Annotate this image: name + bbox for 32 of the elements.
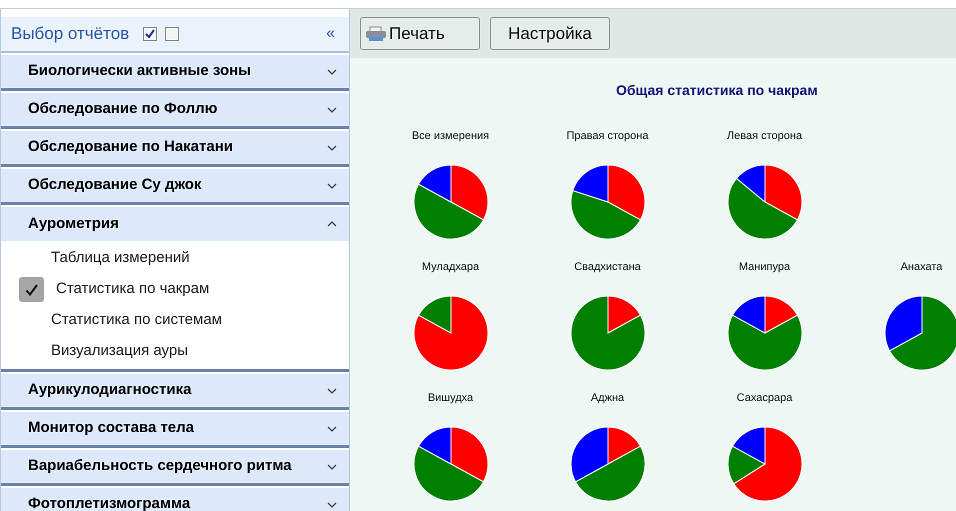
chart-label: Свадхистана	[574, 260, 641, 275]
section-header[interactable]: Аурикулодиагностика	[1, 374, 349, 410]
report-link[interactable]: Визуализация ауры	[51, 340, 188, 363]
check-icon	[19, 277, 44, 302]
chart-label: Муладхара	[422, 260, 480, 275]
checkbox[interactable]	[165, 27, 180, 41]
section-header[interactable]: Вариабельность сердечного ритма	[1, 450, 349, 486]
chart-label: Сахасрара	[736, 391, 792, 406]
chart-label: Манипура	[738, 260, 790, 275]
report-title: Общая статистика по чакрам	[616, 82, 818, 98]
section-header[interactable]: Обследование Су джок	[1, 169, 349, 205]
printer-icon	[365, 26, 387, 42]
settings-button[interactable]: Настройка	[490, 17, 610, 50]
chart-label: Анахата	[900, 260, 942, 275]
chart-label: Вишудха	[428, 391, 474, 406]
report-link[interactable]: Статистика по чакрам	[56, 278, 210, 301]
report-link[interactable]: Статистика по системам	[51, 309, 222, 332]
chart-label: Левая сторона	[726, 129, 802, 144]
section-header[interactable]: Аурометрия	[1, 207, 349, 241]
checkbox[interactable]	[143, 27, 158, 41]
chart-label: Все измерения	[412, 129, 490, 144]
collapse-button[interactable]: «	[326, 26, 335, 42]
report-link[interactable]: Таблица измерений	[51, 247, 190, 270]
chart-label: Аджна	[590, 391, 624, 406]
print-button[interactable]: Печать	[360, 17, 480, 50]
chart-label: Правая сторона	[566, 129, 648, 144]
section-header[interactable]: Обследование по Фоллю	[1, 93, 349, 129]
section-header[interactable]: Монитор состава тела	[1, 412, 349, 448]
section-header[interactable]: Фотоплетизмограмма	[1, 488, 349, 511]
panel-title: Выбор отчётов	[11, 23, 130, 46]
section-header[interactable]: Биологически активные зоны	[1, 55, 349, 91]
section-header[interactable]: Обследование по Накатани	[1, 131, 349, 167]
